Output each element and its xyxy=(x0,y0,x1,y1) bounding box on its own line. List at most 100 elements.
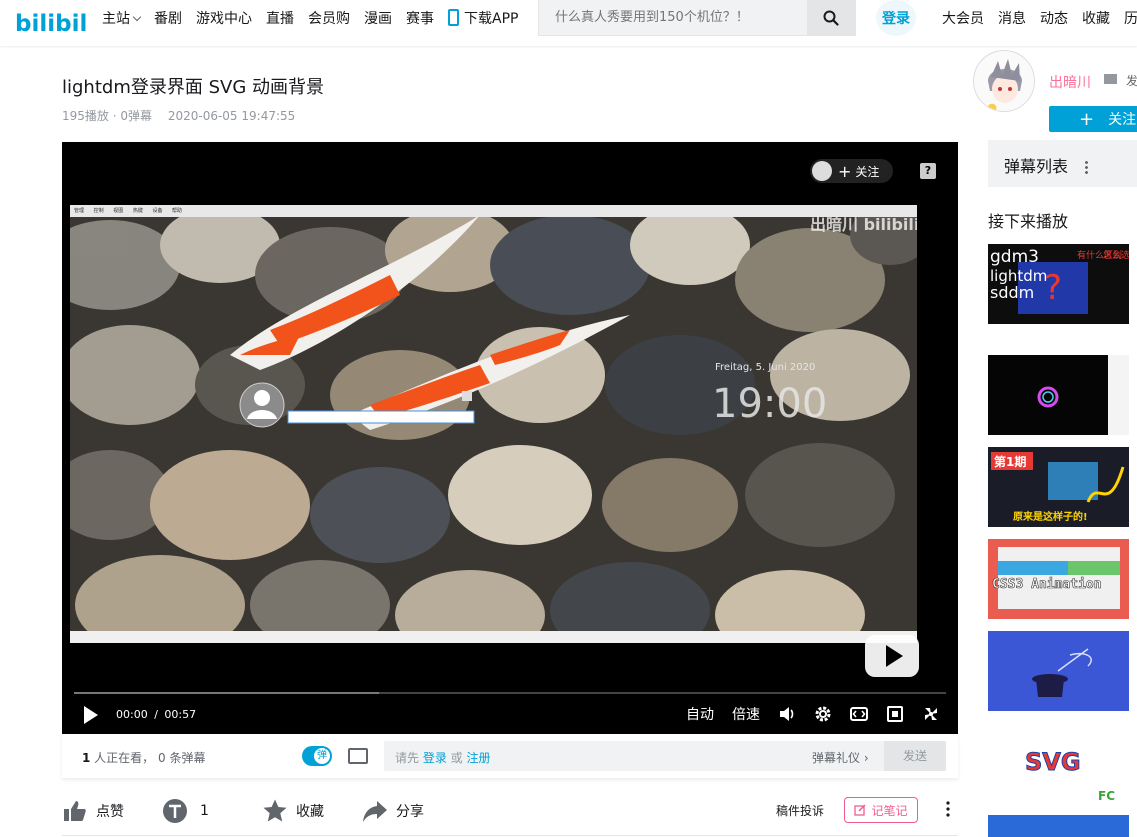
danmaku-hint: 请先 登录 或 注册 xyxy=(395,749,491,766)
current-time: 00:00 xyxy=(116,708,148,721)
recommend-thumb-2[interactable] xyxy=(988,355,1129,435)
bilibili-logo[interactable]: bilibili xyxy=(14,4,88,38)
danmaku-count: · 0弹幕 xyxy=(112,109,152,123)
widescreen-icon[interactable] xyxy=(850,705,868,723)
nav-label: 主站 xyxy=(102,11,130,27)
nav-item-mall[interactable]: 会员购 xyxy=(308,8,350,28)
speed-button[interactable]: 倍速 xyxy=(732,704,760,724)
video-frame[interactable]: Freitag, 5. Juni 2020 19:00 出暗川 bilibili… xyxy=(70,205,917,643)
recommend-thumb-1[interactable]: gdm3 lightdm sddm ? 有什么区别 怎么选 xyxy=(988,244,1129,324)
danmaku-toggle-knob: 弹 xyxy=(314,748,330,764)
vm-menu-item: 视图 xyxy=(113,208,124,214)
danmaku-etiquette-link[interactable]: 弹幕礼仪 › xyxy=(812,749,869,766)
chevron-down-icon xyxy=(132,12,142,22)
video-player[interactable]: Freitag, 5. Juni 2020 19:00 出暗川 bilibili… xyxy=(62,142,958,734)
nav-item-live[interactable]: 直播 xyxy=(266,8,294,28)
message-mail-icon[interactable] xyxy=(1104,74,1117,84)
follow-label: 关注 xyxy=(855,164,880,179)
more-options-icon[interactable] xyxy=(946,800,950,818)
thumb3-badge: 第1期 xyxy=(994,454,1026,469)
thumbs-up-icon xyxy=(64,801,86,821)
settings-gear-icon[interactable] xyxy=(814,705,832,723)
help-icon[interactable]: ? xyxy=(920,163,936,179)
nav-item-messages[interactable]: 消息 xyxy=(998,8,1026,28)
danmaku-toggle[interactable]: 弹 xyxy=(302,746,332,766)
hint-or: 或 xyxy=(446,751,467,765)
quality-button[interactable]: 自动 xyxy=(686,704,714,724)
nav-item-vip[interactable]: 大会员 xyxy=(942,8,984,28)
volume-icon[interactable] xyxy=(778,705,796,723)
follow-uploader-button[interactable]: + 关注 xyxy=(1049,106,1137,132)
top-header: bilibili 主站 番剧 游戏中心 直播 会员购 漫画 赛事 下载APP 登… xyxy=(0,0,1137,46)
recommend-thumb-4[interactable]: CSS3 Animation xyxy=(988,539,1129,619)
download-label: 下载APP xyxy=(464,11,519,27)
login-link[interactable]: 登录 xyxy=(423,751,447,765)
nav-item-download-app[interactable]: 下载APP xyxy=(448,8,518,28)
note-edit-icon xyxy=(854,804,867,816)
progress-bar[interactable] xyxy=(74,692,946,694)
take-note-button[interactable]: 记笔记 xyxy=(844,797,918,823)
nav-item-manga[interactable]: 漫画 xyxy=(364,8,392,28)
nav-item-bangumi[interactable]: 番剧 xyxy=(154,8,182,28)
up-next-title: 接下来播放 xyxy=(988,212,1069,231)
coin-button[interactable]: 1 xyxy=(162,798,209,824)
recommend-thumb-6[interactable]: SVG FC xyxy=(988,723,1129,803)
search-icon xyxy=(823,10,839,26)
uploader-name[interactable]: 出暗川 xyxy=(1049,72,1091,92)
thumb-image-svg: SVG FC xyxy=(988,723,1129,803)
danmaku-input[interactable]: 请先 登录 或 注册 弹幕礼仪 › 发送 xyxy=(384,741,946,771)
follow-uploader-label: 关注 xyxy=(1108,112,1137,128)
nav-item-game-center[interactable]: 游戏中心 xyxy=(196,8,252,28)
coin-count: 1 xyxy=(200,803,209,819)
recommend-thumb-3[interactable]: 第1期 原来是这样子的! xyxy=(988,447,1129,527)
nav-item-dynamics[interactable]: 动态 xyxy=(1040,8,1068,28)
screen-date: Freitag, 5. Juni 2020 xyxy=(715,362,815,373)
send-button[interactable]: 发送 xyxy=(884,741,946,771)
share-button[interactable]: 分享 xyxy=(362,798,424,824)
thumb1-side2: 怎么选 xyxy=(1103,249,1129,261)
favorite-button[interactable]: 收藏 xyxy=(262,798,324,824)
nav-item-main[interactable]: 主站 xyxy=(102,8,142,28)
vm-menu-item: 控制 xyxy=(93,208,104,214)
nav-item-esports[interactable]: 赛事 xyxy=(406,8,434,28)
hint-prefix: 请先 xyxy=(395,751,423,765)
recommend-thumb-7[interactable] xyxy=(988,815,1129,837)
uploader-avatar[interactable] xyxy=(973,50,1035,112)
search-input[interactable] xyxy=(539,0,807,35)
search-box xyxy=(538,0,856,36)
danmaku-settings-icon[interactable] xyxy=(348,748,368,764)
report-link[interactable]: 稿件投诉 xyxy=(776,802,824,819)
video-title: lightdm登录界面 SVG 动画背景 xyxy=(62,77,324,98)
search-button[interactable] xyxy=(807,0,855,35)
thumb1-line: sddm xyxy=(990,283,1034,302)
play-icon[interactable] xyxy=(84,706,98,724)
recommend-thumb-5[interactable] xyxy=(988,631,1129,711)
message-label[interactable]: 发 xyxy=(1126,72,1137,89)
time-separator: / xyxy=(154,708,158,721)
like-button[interactable]: 点赞 xyxy=(62,798,124,824)
fullscreen-icon[interactable] xyxy=(922,705,940,723)
thumb-image-css3: CSS3 Animation xyxy=(988,539,1129,619)
divider xyxy=(62,835,958,836)
nav-item-favorites[interactable]: 收藏 xyxy=(1082,8,1110,28)
big-play-button[interactable] xyxy=(865,635,919,677)
phone-icon xyxy=(448,9,459,26)
note-label: 记笔记 xyxy=(871,803,908,818)
thumb3-text: 原来是这样子的! xyxy=(1013,510,1088,523)
thumb6-text: SVG xyxy=(1025,748,1081,776)
register-link[interactable]: 注册 xyxy=(466,751,490,765)
danmaku-list-header[interactable]: 弹幕列表 xyxy=(988,140,1137,187)
player-right-controls: 自动 倍速 xyxy=(686,704,940,724)
player-follow-button[interactable]: + 关注 xyxy=(810,159,893,183)
user-nav: 大会员 消息 动态 收藏 历史 xyxy=(942,0,1137,36)
nav-item-history[interactable]: 历史 xyxy=(1124,8,1137,28)
vm-menu-bar: 管理 控制 视图 热键 设备 帮助 xyxy=(70,205,917,217)
web-fullscreen-icon[interactable] xyxy=(886,705,904,723)
login-button[interactable]: 登录 xyxy=(876,0,916,36)
vm-status-bar xyxy=(70,631,917,643)
uploader-mini-avatar xyxy=(812,161,832,181)
watching-info: 1 人正在看， 0 条弹幕 xyxy=(82,749,205,766)
more-vertical-icon[interactable] xyxy=(1085,160,1089,174)
main-nav: 主站 番剧 游戏中心 直播 会员购 漫画 赛事 下载APP xyxy=(102,0,532,36)
logo-text: bilibili xyxy=(15,11,88,37)
